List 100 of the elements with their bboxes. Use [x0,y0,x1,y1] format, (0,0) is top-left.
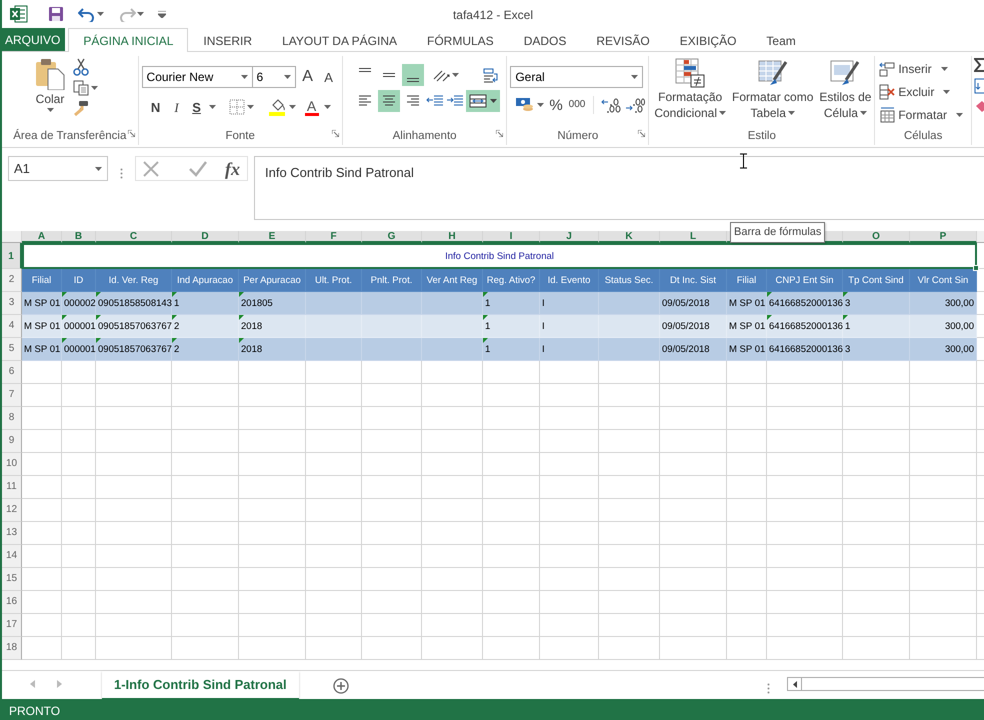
row-header[interactable]: 15 [2,568,22,591]
wrap-text-icon[interactable] [482,68,499,84]
copy-icon[interactable] [73,80,89,96]
ribbon-tab[interactable]: Team [751,28,811,52]
column-header[interactable]: P [910,231,977,243]
number-format-dropdown[interactable]: Geral [510,66,644,88]
undo-icon[interactable] [78,6,96,22]
merge-center-button[interactable] [466,90,500,112]
customize-icon[interactable] [158,10,166,18]
save-icon[interactable] [48,6,64,22]
paste-button[interactable]: Colar [33,58,67,116]
column-header[interactable]: I [483,231,540,243]
splitter-icon[interactable] [767,683,770,694]
align-bottom-button[interactable] [402,64,424,86]
fill-handle[interactable] [973,265,979,271]
autosum-icon[interactable] [974,58,984,72]
align-center-button[interactable] [378,90,400,112]
ribbon-tab[interactable]: INSERIR [188,28,268,52]
shrink-font-button[interactable]: A [320,70,338,84]
row-header[interactable]: 14 [2,545,22,568]
increase-indent-icon[interactable] [446,94,464,108]
sheet-tab[interactable]: 1-Info Contrib Sind Patronal [102,671,299,700]
borders-icon[interactable] [228,99,245,115]
caret-icon[interactable] [97,12,104,16]
column-header[interactable]: B [62,231,96,243]
ribbon-tab[interactable]: DADOS [508,28,582,52]
cell-style-button[interactable]: Estilos de Célula [817,58,874,122]
clear-icon[interactable] [974,100,984,112]
row-header[interactable]: 7 [2,384,22,407]
insert-cells-button[interactable]: Inserir [878,58,968,79]
row-header[interactable]: 3 [2,292,22,315]
row-header[interactable]: 12 [2,499,22,522]
add-sheet-icon[interactable] [332,678,349,694]
caret-icon[interactable] [246,105,254,109]
caret-icon[interactable] [208,105,216,109]
column-header[interactable]: K [599,231,660,243]
row-header[interactable]: 6 [2,361,22,384]
ribbon-tab[interactable]: EXIBIÇÃO [664,28,752,52]
ribbon-tab[interactable]: LAYOUT DA PÁGINA [267,28,412,52]
row-header[interactable]: 1 [2,243,22,269]
delete-cells-button[interactable]: Excluir [878,81,968,102]
row-header[interactable]: 17 [2,614,22,637]
font-size-dropdown[interactable]: 6 [252,66,296,88]
italic-button[interactable]: I [168,100,185,114]
insert-function-button[interactable]: fx [224,158,241,178]
caret-icon[interactable] [288,105,296,109]
format-painter-icon[interactable] [73,100,89,116]
row-header[interactable]: 13 [2,522,22,545]
column-header[interactable]: J [540,231,599,243]
cut-icon[interactable] [73,58,89,76]
font-name-dropdown[interactable]: Courier New [142,66,253,88]
column-header[interactable]: L [660,231,727,243]
row-header[interactable]: 5 [2,338,22,361]
dialog-launcher-icon[interactable] [332,130,339,138]
column-header[interactable]: D [172,231,239,243]
column-header[interactable]: A [22,231,62,243]
fill-color-icon[interactable] [268,98,287,116]
decrease-indent-icon[interactable] [426,94,444,108]
horizontal-scrollbar[interactable] [787,677,984,691]
decrease-decimal-icon[interactable] [625,97,646,113]
row-header[interactable]: 8 [2,407,22,430]
bold-button[interactable]: N [148,100,164,114]
row-header[interactable]: 2 [2,269,22,292]
underline-button[interactable]: S [190,100,204,114]
row-header[interactable]: 9 [2,430,22,453]
row-header[interactable]: 4 [2,315,22,338]
dialog-launcher-icon[interactable] [638,130,646,138]
conditional-style-button[interactable]: Formatação Condicional [652,58,728,122]
more-options-icon[interactable] [120,168,123,180]
formula-field[interactable]: Info Contrib Sind Patronal [254,156,984,220]
grow-font-button[interactable]: A [298,68,318,86]
row-header[interactable]: 10 [2,453,22,476]
dialog-launcher-icon[interactable] [128,130,135,138]
caret-icon[interactable] [324,105,331,109]
file-tab[interactable]: ARQUIVO [0,28,66,51]
caret-icon[interactable] [46,108,54,112]
dialog-launcher-icon[interactable] [496,130,504,138]
column-header[interactable]: H [422,231,483,243]
name-box[interactable]: A1 [8,156,108,181]
caret-icon[interactable] [137,12,144,16]
currency-icon[interactable] [515,97,536,113]
scroll-left-icon[interactable] [792,680,796,688]
column-header[interactable]: G [362,231,422,243]
caret-icon[interactable] [452,73,459,77]
column-header[interactable]: C [96,231,172,243]
fill-icon[interactable] [974,78,984,94]
row-header[interactable]: 11 [2,476,22,499]
thousands-button[interactable]: 000 [568,99,586,111]
row-header[interactable]: 16 [2,591,22,614]
font-color-button[interactable]: A [304,98,319,116]
ribbon-tab[interactable]: REVISÃO [581,28,665,52]
column-header[interactable]: O [843,231,910,243]
format-cells-button[interactable]: Formatar [878,104,968,125]
column-header[interactable]: E [239,231,306,243]
ribbon-tab[interactable]: FÓRMULAS [412,28,509,52]
caret-icon[interactable] [537,103,544,107]
increase-decimal-icon[interactable] [601,97,622,113]
percent-button[interactable]: % [548,96,564,114]
row-header[interactable]: 18 [2,637,22,660]
column-header[interactable]: F [306,231,362,243]
